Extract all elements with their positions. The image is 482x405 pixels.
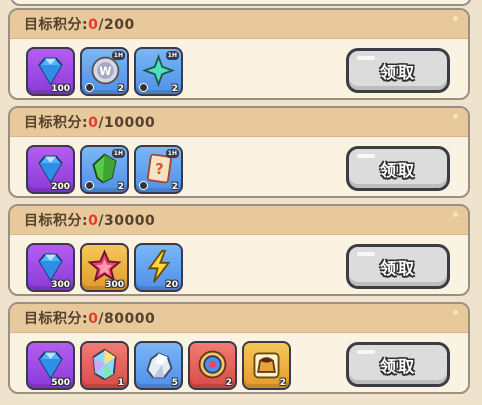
duration-badge: 1H <box>111 149 125 158</box>
reward-tier-card: 目标积分:0/30000 300 300 20 领取 <box>8 204 470 296</box>
claim-button[interactable]: 领取 <box>346 342 450 387</box>
reward-item[interactable]: 500 <box>26 341 75 390</box>
reward-list: 100 W 1H 2 1H 2 <box>26 47 183 96</box>
duration-badge: 1H <box>165 149 179 158</box>
reward-item[interactable]: 200 <box>26 145 75 194</box>
reward-item[interactable]: 5 <box>134 341 183 390</box>
reward-list: 300 300 20 <box>26 243 183 292</box>
claim-button[interactable]: 领取 <box>346 146 450 191</box>
target-score: /200 <box>98 17 135 33</box>
svg-text:W: W <box>99 65 111 78</box>
reward-qty: 300 <box>105 280 124 290</box>
target-score-label: 目标积分: <box>24 311 89 327</box>
reward-list: 200 1H 2 ? 1H 2 <box>26 145 183 194</box>
duration-badge: 1H <box>165 51 179 60</box>
tier-header: 目标积分:0/10000 <box>10 108 468 137</box>
tier-header: 目标积分:0/80000 <box>10 304 468 333</box>
reward-qty: 20 <box>165 280 178 290</box>
reward-item[interactable]: 2 <box>242 341 291 390</box>
tier-header: 目标积分:0/30000 <box>10 206 468 235</box>
reward-item[interactable]: 2 <box>188 341 237 390</box>
target-score-label: 目标积分: <box>24 213 89 229</box>
reward-tier-card: 目标积分:0/80000 500 1 5 2 2 领取 <box>8 302 470 394</box>
reward-item[interactable]: 100 <box>26 47 75 96</box>
reward-qty: 200 <box>51 182 70 192</box>
tier-title: 目标积分:0/30000 <box>24 210 155 230</box>
reward-item[interactable]: 1 <box>80 341 129 390</box>
target-score-label: 目标积分: <box>24 17 89 33</box>
current-score: 0 <box>88 115 99 131</box>
reward-item[interactable]: ? 1H 2 <box>134 145 183 194</box>
current-score: 0 <box>88 17 99 33</box>
target-score: /30000 <box>98 213 156 229</box>
clock-icon <box>85 83 94 92</box>
tier-header: 目标积分:0/200 <box>10 10 468 39</box>
reward-tier-card: 目标积分:0/10000 200 1H 2 ? 1H 2 领取 <box>8 106 470 198</box>
tier-title: 目标积分:0/200 <box>24 14 135 34</box>
reward-item[interactable]: 300 <box>26 243 75 292</box>
reward-item[interactable]: 1H 2 <box>80 145 129 194</box>
clock-icon <box>139 83 148 92</box>
reward-qty: 300 <box>51 280 70 290</box>
reward-qty: 2 <box>225 378 232 388</box>
reward-item[interactable]: 20 <box>134 243 183 292</box>
reward-qty: 2 <box>171 182 178 192</box>
current-score: 0 <box>88 311 99 327</box>
target-score: /80000 <box>98 311 156 327</box>
previous-card-edge <box>10 0 472 6</box>
claim-button[interactable]: 领取 <box>346 48 450 93</box>
header-dot <box>453 212 458 217</box>
reward-item[interactable]: 300 <box>80 243 129 292</box>
reward-tier-card: 目标积分:0/200 100 W 1H 2 1H 2 领取 <box>8 8 470 100</box>
current-score: 0 <box>88 213 99 229</box>
reward-qty: 5 <box>171 378 178 388</box>
reward-qty: 2 <box>117 182 124 192</box>
claim-button[interactable]: 领取 <box>346 244 450 289</box>
tier-title: 目标积分:0/10000 <box>24 112 155 132</box>
target-score-label: 目标积分: <box>24 115 89 131</box>
reward-item[interactable]: W 1H 2 <box>80 47 129 96</box>
reward-qty: 2 <box>117 84 124 94</box>
clock-icon <box>85 181 94 190</box>
reward-qty: 2 <box>279 378 286 388</box>
header-dot <box>453 114 458 119</box>
svg-text:?: ? <box>155 161 164 178</box>
reward-qty: 1 <box>117 378 124 388</box>
reward-qty: 500 <box>51 378 70 388</box>
header-dot <box>453 16 458 21</box>
target-score: /10000 <box>98 115 156 131</box>
tier-title: 目标积分:0/80000 <box>24 308 155 328</box>
reward-qty: 2 <box>171 84 178 94</box>
clock-icon <box>139 181 148 190</box>
duration-badge: 1H <box>111 51 125 60</box>
reward-list: 500 1 5 2 2 <box>26 341 291 390</box>
reward-qty: 100 <box>51 84 70 94</box>
reward-item[interactable]: 1H 2 <box>134 47 183 96</box>
header-dot <box>453 310 458 315</box>
